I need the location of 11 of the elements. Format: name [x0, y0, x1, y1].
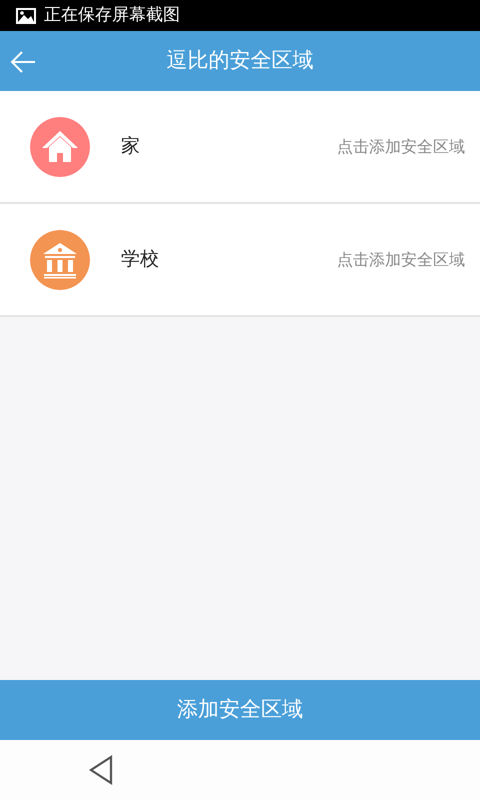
zone-row[interactable]: 家 点击添加安全区域 — [0, 91, 480, 204]
add-zone-hint: 点击添加安全区域 — [337, 248, 465, 270]
zone-name: 家 — [121, 134, 140, 160]
zone-row[interactable]: 学校 点击添加安全区域 — [0, 204, 480, 317]
page-title: 逗比的安全区域 — [166, 47, 314, 74]
add-zone-hint: 点击添加安全区域 — [337, 136, 465, 158]
notification-text: 正在保存屏幕截图 — [44, 4, 180, 27]
image-icon — [16, 8, 36, 24]
back-arrow-icon[interactable] — [10, 49, 36, 74]
zone-name: 学校 — [121, 247, 159, 272]
back-icon[interactable] — [88, 755, 114, 785]
